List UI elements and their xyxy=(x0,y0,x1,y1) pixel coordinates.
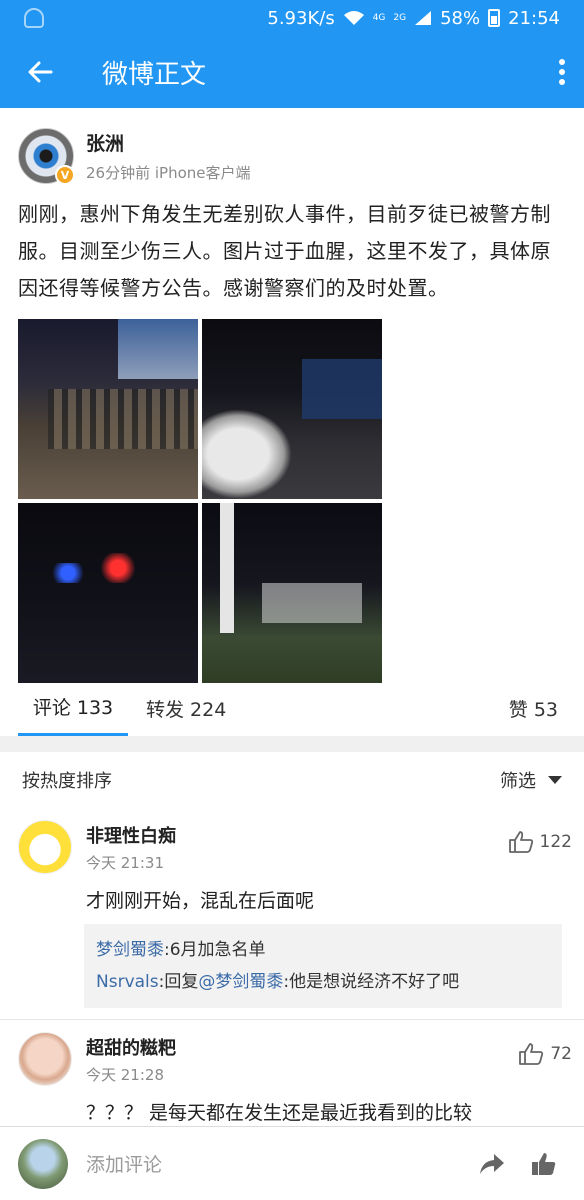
network-type-1: 4G xyxy=(372,12,386,23)
reply-user[interactable]: Nsrvals xyxy=(96,972,159,992)
tab-reposts[interactable]: 转发 224 xyxy=(146,680,226,736)
reply-text: :6月加急名单 xyxy=(164,940,266,960)
tab-likes[interactable]: 赞 53 xyxy=(509,680,558,736)
filter-label: 筛选 xyxy=(500,771,536,792)
share-arrow-icon xyxy=(480,1153,504,1174)
post-image-2[interactable] xyxy=(202,319,382,499)
sort-by-hot[interactable]: 按热度排序 xyxy=(22,767,112,793)
author-row: V 张洲 26分钟前 iPhone客户端 xyxy=(0,108,584,186)
section-divider xyxy=(0,736,584,752)
comment-time: 今天 21:28 xyxy=(86,1066,164,1084)
my-avatar[interactable] xyxy=(18,1138,68,1189)
share-button[interactable] xyxy=(470,1142,514,1186)
thumbs-up-icon xyxy=(532,1152,556,1175)
comment-item: 非理性白痴 今天 21:31 122 才刚刚开始，混乱在后面呢 梦剑蜀黍:6月加… xyxy=(0,814,584,1020)
wifi-icon xyxy=(343,11,364,25)
arrow-left-icon xyxy=(28,61,53,83)
comment-time: 今天 21:31 xyxy=(86,854,164,872)
add-comment-input[interactable]: 添加评论 xyxy=(86,1150,462,1177)
page-title: 微博正文 xyxy=(102,59,207,90)
commenter-avatar[interactable] xyxy=(18,820,72,874)
author-avatar[interactable]: V xyxy=(18,128,75,185)
comment-like-count: 122 xyxy=(539,832,572,852)
post-tabs: 评论 133 转发 224 赞 53 xyxy=(0,680,584,736)
reply-box[interactable]: 梦剑蜀黍:6月加急名单 Nsrvals:回复@梦剑蜀黍:他是想说经济不好了吧 xyxy=(84,924,562,1008)
thumbs-up-icon xyxy=(508,831,533,853)
reply-text: :他是想说经济不好了吧 xyxy=(283,972,460,992)
like-post-button[interactable] xyxy=(522,1142,566,1186)
commenter-name[interactable]: 超甜的糍粑 xyxy=(86,1034,176,1060)
clock: 21:54 xyxy=(508,7,560,29)
filter-button[interactable]: 筛选 xyxy=(500,767,562,793)
status-bar: 5.93K/s 4G 2G 58% 21:54 xyxy=(0,0,584,36)
verified-badge-icon: V xyxy=(55,165,75,185)
commenter-avatar[interactable] xyxy=(18,1032,72,1086)
post-images xyxy=(0,307,584,683)
notification-icon xyxy=(24,8,44,28)
caret-down-icon xyxy=(548,776,562,784)
post-text: 刚刚，惠州下角发生无差别砍人事件，目前歹徒已被警方制服。目测至少伤三人。图片过于… xyxy=(18,202,551,300)
comment-text: 才刚刚开始，混乱在后面呢 xyxy=(86,890,315,912)
battery-percent: 58% xyxy=(440,7,481,29)
comment-text: ？？？ 是每天都在发生还是最近我看到的比较 xyxy=(86,1102,473,1124)
more-button[interactable] xyxy=(540,36,584,108)
reply-line-2: Nsrvals:回复@梦剑蜀黍:他是想说经济不好了吧 xyxy=(96,966,550,998)
more-vertical-icon xyxy=(559,59,565,85)
reply-prefix: :回复 xyxy=(158,972,199,992)
author-name[interactable]: 张洲 xyxy=(86,129,251,156)
reply-mention[interactable]: @梦剑蜀黍 xyxy=(198,972,283,992)
comment-like-count: 72 xyxy=(550,1044,572,1064)
post-image-1[interactable] xyxy=(18,319,198,499)
post-image-3[interactable] xyxy=(18,503,198,683)
tab-comments[interactable]: 评论 133 xyxy=(18,680,128,736)
reply-user[interactable]: 梦剑蜀黍 xyxy=(96,940,164,960)
post-image-4[interactable] xyxy=(202,503,382,683)
sort-row: 按热度排序 筛选 xyxy=(0,752,584,808)
comment-like-button[interactable]: 72 xyxy=(518,1042,572,1066)
battery-icon xyxy=(488,9,501,27)
comment-like-button[interactable]: 122 xyxy=(508,830,572,854)
commenter-name[interactable]: 非理性白痴 xyxy=(86,822,176,848)
thumbs-up-icon xyxy=(519,1043,544,1065)
network-speed: 5.93K/s xyxy=(267,7,335,29)
bottom-comment-bar: 添加评论 xyxy=(0,1126,584,1200)
back-button[interactable] xyxy=(0,36,80,108)
comment-item: 超甜的糍粑 今天 21:28 72 ？？？ 是每天都在发生还是最近我看到的比较 xyxy=(0,1026,584,1126)
network-type-2: 2G xyxy=(393,12,407,23)
app-bar: 微博正文 xyxy=(0,36,584,108)
reply-line-1: 梦剑蜀黍:6月加急名单 xyxy=(96,934,550,966)
signal-icon xyxy=(415,11,432,25)
post-meta: 26分钟前 iPhone客户端 xyxy=(86,164,251,182)
post: V 张洲 26分钟前 iPhone客户端 刚刚，惠州下角发生无差别砍人事件，目前… xyxy=(0,108,584,683)
